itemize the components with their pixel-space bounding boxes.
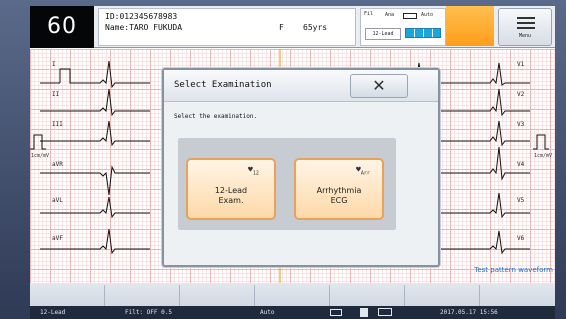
heart-rate-display: 60 <box>30 6 94 48</box>
calibration-label-right: 1cm/mV <box>533 153 553 159</box>
exam-arrhythmia-label-line1: Arrhythmia <box>316 186 362 195</box>
lead-label-avf: aVF <box>52 235 63 242</box>
softkey-5[interactable] <box>330 285 405 307</box>
filter-status-icon: Fil <box>364 11 374 17</box>
close-icon: ✕ <box>372 76 386 95</box>
softkey-2[interactable] <box>105 285 180 307</box>
status-panel: Fil Ana Auto 12-Lead <box>360 8 446 46</box>
lead-label-v2: V2 <box>517 91 525 98</box>
lead-label-v3: V3 <box>517 121 525 128</box>
exam-12-lead-label-line2: Exam. <box>218 196 244 205</box>
calibration-pulse-left <box>30 134 46 150</box>
lead-label-v5: V5 <box>517 197 525 204</box>
signal-bars-icon <box>405 28 441 38</box>
patient-name: Name:TARO FUKUDA <box>105 23 183 32</box>
lead-label-i: I <box>52 61 56 68</box>
exam-arrhythmia-label-line2: ECG <box>330 196 348 205</box>
softkey-4[interactable] <box>255 285 330 307</box>
patient-id: ID:012345678983 <box>105 12 178 21</box>
lead-label-avr: aVR <box>52 161 63 168</box>
patient-age: 65yrs <box>303 23 328 32</box>
dialog-title: Select Examination <box>174 80 272 90</box>
lead-label-iii: III <box>52 121 63 128</box>
select-examination-dialog: Select Examination ✕ Select the examinat… <box>162 68 440 267</box>
battery-status-icon <box>378 308 392 316</box>
calibration-label-left: 1cm/mV <box>30 153 50 159</box>
status-timestamp: 2017.05.17 15:56 <box>440 309 498 316</box>
test-pattern-note: Test pattern waveform <box>474 266 553 274</box>
status-auto: Auto <box>260 309 275 316</box>
header-bar: 60 ID:012345678983 Name:TARO FUKUDA F 65… <box>30 6 555 48</box>
exam-12-lead-button[interactable]: ♥12 12-Lead Exam. <box>186 158 276 220</box>
dialog-message: Select the examination. <box>174 113 258 120</box>
status-bar: 12-Lead Filt: OFF 0.5 Auto 2017.05.17 15… <box>30 306 555 319</box>
softkey-7[interactable] <box>480 285 555 307</box>
patient-sex: F <box>279 23 284 32</box>
orange-indicator <box>446 6 494 46</box>
ecg-screen: 60 ID:012345678983 Name:TARO FUKUDA F 65… <box>30 6 555 319</box>
exam-12-lead-label-line1: 12-Lead <box>214 186 248 195</box>
menu-button[interactable]: Menu <box>498 8 552 46</box>
status-mode: 12-Lead <box>40 309 66 316</box>
softkey-1[interactable] <box>30 285 105 307</box>
dialog-header: Select Examination ✕ <box>164 70 438 102</box>
close-button[interactable]: ✕ <box>350 74 408 98</box>
exam-arrhythmia-button[interactable]: ♥Arr Arrhythmia ECG <box>294 158 384 220</box>
calibration-pulse-right <box>533 134 549 150</box>
softkey-6[interactable] <box>405 285 480 307</box>
lead-label-v1: V1 <box>517 61 525 68</box>
lead-label-avl: aVL <box>52 197 63 204</box>
lead-label-ii: II <box>52 91 60 98</box>
printer-icon <box>330 309 342 316</box>
mode-indicator: 12-Lead <box>365 28 401 40</box>
heart-icon: ♥12 <box>248 165 259 177</box>
lead-label-v6: V6 <box>517 235 525 242</box>
storage-icon <box>360 308 368 317</box>
lead-label-v4: V4 <box>517 161 525 168</box>
battery-icon <box>403 13 417 19</box>
patient-info-panel[interactable]: ID:012345678983 Name:TARO FUKUDA F 65yrs <box>98 8 356 46</box>
menu-label: Menu <box>518 33 532 39</box>
status-filter: Filt: OFF 0.5 <box>125 309 172 316</box>
softkey-3[interactable] <box>180 285 255 307</box>
hamburger-icon <box>517 17 535 29</box>
auto-status-icon: Auto <box>421 12 434 18</box>
heart-icon: ♥Arr <box>356 165 370 177</box>
analysis-status-icon: Ana <box>385 12 395 18</box>
